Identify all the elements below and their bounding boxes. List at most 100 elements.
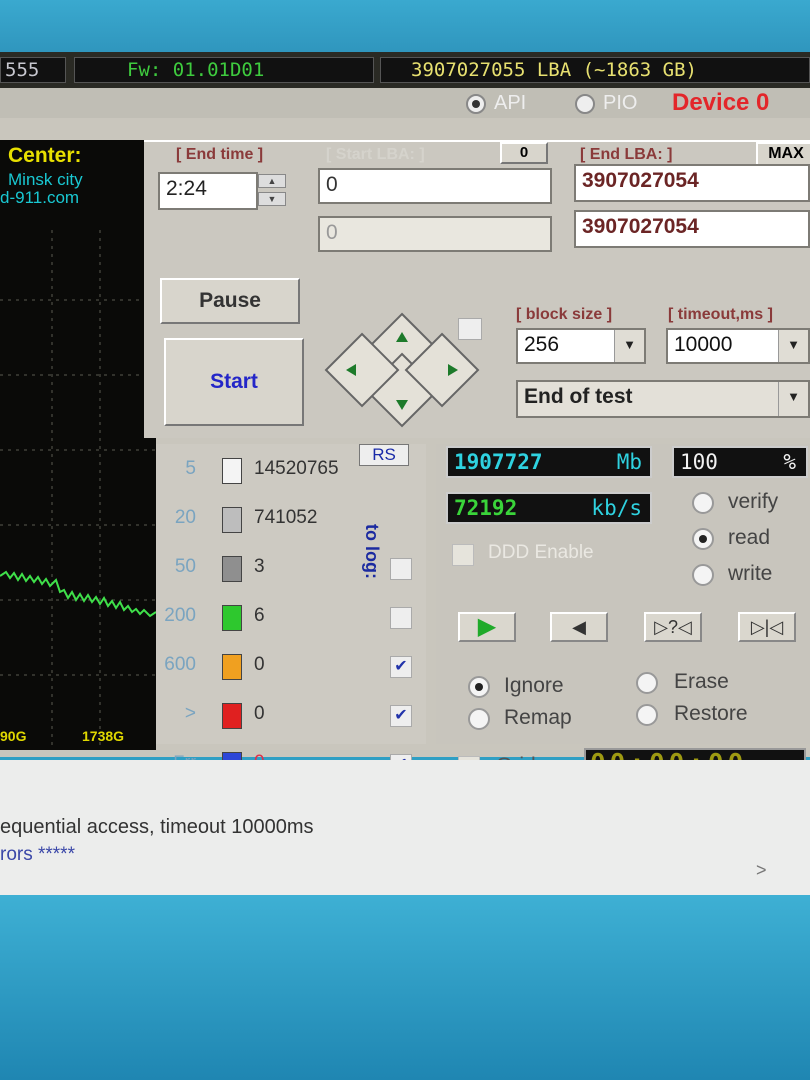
end-time-up[interactable]: ▲ <box>258 174 286 188</box>
service-center-web: d-911.com <box>0 188 80 207</box>
timeout-select[interactable]: 10000 ▼ <box>666 328 810 364</box>
stat-threshold: 50 <box>174 556 196 577</box>
restore-label: Restore <box>674 702 748 725</box>
end-time-down[interactable]: ▼ <box>258 192 286 206</box>
backward-scan-button[interactable]: ◀ <box>550 612 608 642</box>
write-radio[interactable] <box>692 564 714 586</box>
start-lba-field[interactable]: 0 <box>318 168 552 204</box>
processed-display: 1907727 Mb <box>446 446 652 478</box>
stat-color-swatch <box>222 703 242 729</box>
speed-graph: Center: Minsk city d-911.com 90G 1738G <box>0 140 156 750</box>
graph-x-label-left: 90G <box>0 728 27 744</box>
firmware-version: Fw: 01.01D01 <box>74 57 374 83</box>
timeout-label: [ timeout,ms ] <box>668 306 773 323</box>
speed-line <box>0 570 156 618</box>
ddd-checkbox[interactable] <box>452 544 474 566</box>
stat-threshold: > <box>184 703 196 724</box>
end-lba-field[interactable]: 3907027054 <box>574 164 810 202</box>
chevron-down-icon[interactable]: ▼ <box>778 330 808 362</box>
stat-row: 200 6 <box>156 605 426 635</box>
erase-radio[interactable] <box>636 672 658 694</box>
stat-color-swatch <box>222 605 242 631</box>
restore-radio[interactable] <box>636 704 658 726</box>
stat-color-swatch <box>222 556 242 582</box>
percent-display: 100 % <box>672 446 808 478</box>
to-log-checkbox[interactable] <box>390 558 412 580</box>
timeout-value: 10000 <box>674 333 733 356</box>
stat-threshold: 20 <box>174 507 196 528</box>
pio-label: PIO <box>603 92 638 114</box>
pio-radio[interactable] <box>575 94 595 114</box>
service-center-city: Minsk city <box>8 170 83 189</box>
log-line-1: equential access, timeout 10000ms <box>0 816 314 838</box>
block-size-select[interactable]: 256 ▼ <box>516 328 646 364</box>
service-center-title: Center: <box>8 144 82 167</box>
random-scan-button[interactable]: ▷?◁ <box>644 612 702 642</box>
stat-count: 0 <box>254 654 265 675</box>
start-lba-label: [ Start LBA: ] <box>326 146 425 163</box>
stat-count: 0 <box>254 703 265 724</box>
block-size-label: [ block size ] <box>516 306 613 323</box>
speed-display: 72192 kb/s <box>446 492 652 524</box>
stat-count: 3 <box>254 556 265 577</box>
end-action-select[interactable]: End of test ▼ <box>516 380 810 418</box>
speed-value: 72192 <box>454 496 518 520</box>
stat-threshold: 600 <box>164 654 196 675</box>
stat-threshold: 200 <box>164 605 196 626</box>
percent-unit: % <box>783 450 796 474</box>
block-size-value: 256 <box>524 333 560 356</box>
end-time-field[interactable]: 2:24 <box>158 172 258 210</box>
log-area: equential access, timeout 10000ms rors *… <box>0 760 810 895</box>
stat-row: 5 14520765 <box>156 458 426 488</box>
end-action-value: End of test <box>524 385 633 408</box>
write-label: write <box>728 562 773 585</box>
status-panel: 1907727 Mb 100 % 72192 kb/s DDD Enable v… <box>436 444 810 780</box>
stat-row: 600 0 ✔ <box>156 654 426 684</box>
graph-x-label-right: 1738G <box>82 728 125 744</box>
ignore-radio[interactable] <box>468 676 490 698</box>
verify-radio[interactable] <box>692 492 714 514</box>
stat-color-swatch <box>222 654 242 680</box>
speed-unit: kb/s <box>591 496 642 520</box>
remap-radio[interactable] <box>468 708 490 730</box>
erase-label: Erase <box>674 670 729 693</box>
test-control-panel: [ End time ] 2:24 ▲ ▼ [ Start LBA: ] 0 0… <box>144 140 810 438</box>
chevron-down-icon[interactable]: ▼ <box>778 382 808 416</box>
end-time-label: [ End time ] <box>176 146 264 163</box>
desktop-background-bottom <box>0 895 810 1080</box>
read-label: read <box>728 526 771 549</box>
end-lba-max-button[interactable]: MAX <box>756 142 810 166</box>
block-stats-panel: RS to log: 5 14520765 20 741052 50 3 200 6 600 0 ✔… <box>156 444 426 778</box>
read-radio[interactable] <box>692 528 714 550</box>
to-log-checkbox[interactable]: ✔ <box>390 656 412 678</box>
chevron-down-icon[interactable]: ▼ <box>614 330 644 362</box>
stat-row: 50 3 <box>156 556 426 586</box>
stat-count: 14520765 <box>254 458 339 479</box>
start-lba-zero-button[interactable]: 0 <box>500 142 548 164</box>
stat-threshold: 5 <box>185 458 196 479</box>
start-button[interactable]: Start <box>164 338 304 426</box>
stat-count: 741052 <box>254 507 318 528</box>
scroll-right-icon[interactable]: > <box>756 860 767 881</box>
serial-fragment: 555 <box>0 57 66 83</box>
graph-canvas <box>0 230 156 750</box>
forward-scan-button[interactable]: ▶ <box>458 612 516 642</box>
to-log-checkbox[interactable]: ✔ <box>390 705 412 727</box>
drive-capacity: 3907027055 LBA (~1863 GB) <box>380 57 810 83</box>
desktop-background-top <box>0 0 810 60</box>
api-label: API <box>494 92 527 114</box>
stat-color-swatch <box>222 458 242 484</box>
stat-row: >0 ✔ <box>156 703 426 733</box>
access-mode-row: API PIO Device 0 <box>0 88 810 118</box>
butterfly-scan-button[interactable]: ▷|◁ <box>738 612 796 642</box>
processed-value: 1907727 <box>454 450 543 474</box>
pad-checkbox[interactable] <box>458 318 482 340</box>
device-label: Device 0 <box>672 89 770 116</box>
processed-unit: Mb <box>616 450 642 474</box>
end-lba-label: [ End LBA: ] <box>580 146 673 163</box>
pause-button[interactable]: Pause <box>160 278 300 324</box>
to-log-checkbox[interactable] <box>390 607 412 629</box>
log-line-2: rors ***** <box>0 844 75 865</box>
api-radio[interactable] <box>466 94 486 114</box>
end-lba-current: 3907027054 <box>574 210 810 248</box>
